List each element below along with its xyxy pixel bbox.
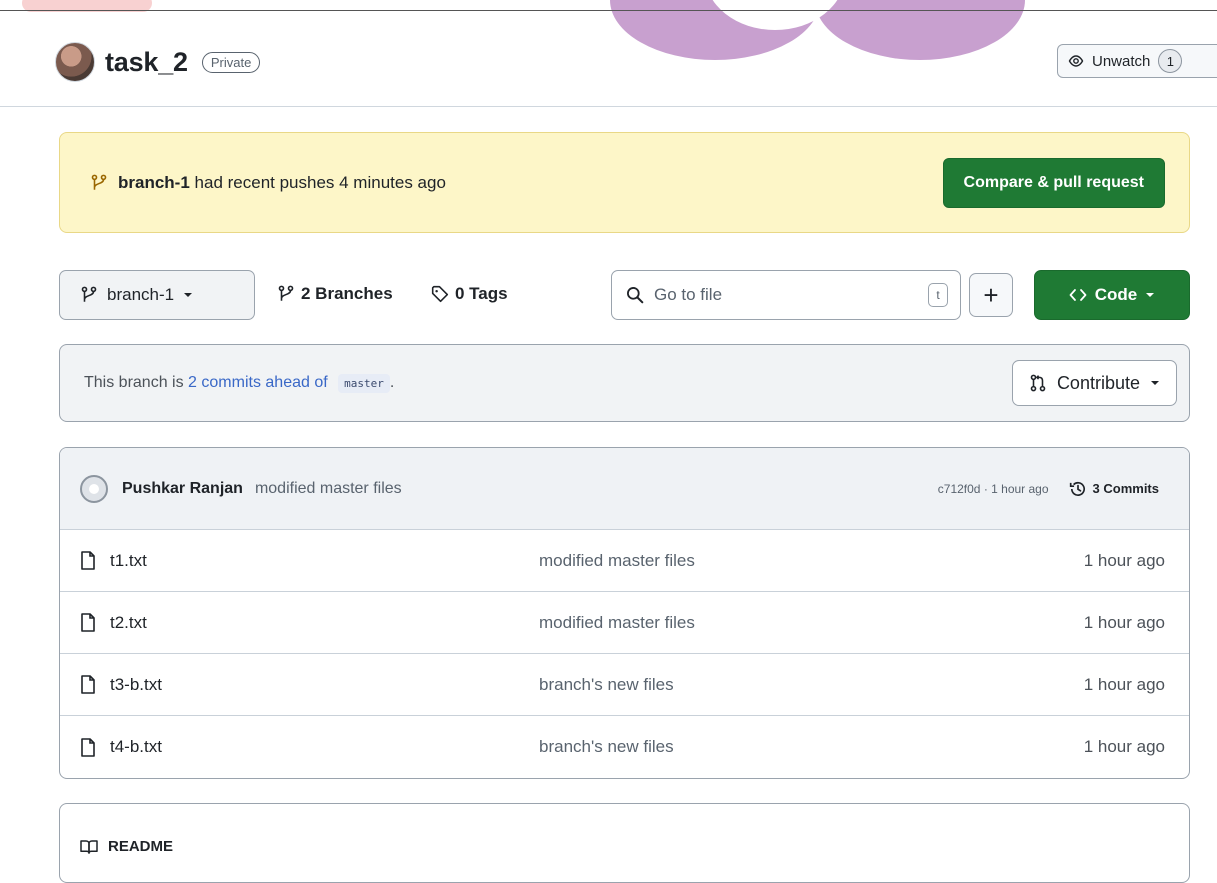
latest-commit-row: Pushkar Ranjan modified master files c71…	[60, 448, 1189, 530]
branch-selector-label: branch-1	[107, 285, 175, 304]
file-icon	[80, 551, 96, 570]
readme-panel: README	[59, 803, 1190, 883]
commits-count-label: 3 Commits	[1092, 481, 1159, 496]
file-commit-time: 1 hour ago	[1083, 674, 1165, 694]
file-commit-message[interactable]: modified master files	[539, 613, 695, 633]
repo-toolbar: branch-1 2 Branches 0 Tags Go to file t …	[59, 270, 1190, 320]
header-divider	[0, 106, 1217, 107]
tag-icon	[431, 285, 449, 303]
branch-comparison-text: This branch is 2 commits ahead of master…	[84, 374, 395, 393]
watch-count: 1	[1158, 49, 1183, 73]
file-icon	[80, 613, 96, 632]
branch-selector[interactable]: branch-1	[59, 270, 255, 320]
file-name[interactable]: t1.txt	[110, 551, 540, 571]
push-message: branch-1 had recent pushes 4 minutes ago	[118, 172, 446, 192]
file-icon	[80, 675, 96, 694]
caret-down-icon	[183, 290, 193, 300]
file-commit-message[interactable]: modified master files	[539, 551, 695, 571]
caret-down-icon	[1150, 378, 1160, 388]
commits-ahead-link[interactable]: 2 commits ahead of	[188, 374, 328, 391]
git-branch-icon	[80, 286, 98, 304]
pushed-branch-name[interactable]: branch-1	[118, 173, 190, 192]
decorative-shape	[815, 0, 1025, 60]
file-name[interactable]: t3-b.txt	[110, 675, 540, 695]
repo-name[interactable]: task_2	[105, 47, 188, 78]
recent-push-banner: branch-1 had recent pushes 4 minutes ago…	[59, 132, 1190, 233]
file-commit-message[interactable]: branch's new files	[539, 737, 674, 757]
code-icon	[1069, 288, 1087, 302]
eye-icon	[1068, 53, 1084, 69]
base-branch-label[interactable]: master	[338, 374, 390, 393]
commits-history-link[interactable]: 3 Commits	[1069, 480, 1159, 498]
git-branch-icon	[277, 285, 295, 303]
branches-link[interactable]: 2 Branches	[277, 284, 393, 304]
pull-request-icon	[1029, 374, 1047, 392]
unwatch-label: Unwatch	[1092, 52, 1151, 70]
compare-pull-request-button[interactable]: Compare & pull request	[942, 157, 1165, 208]
file-name[interactable]: t2.txt	[110, 613, 540, 633]
keyboard-shortcut-hint: t	[928, 283, 948, 307]
top-divider	[0, 10, 1217, 11]
caret-down-icon	[1145, 290, 1155, 300]
file-commit-message[interactable]: branch's new files	[539, 675, 674, 695]
git-branch-icon	[90, 174, 108, 192]
search-icon	[626, 286, 644, 304]
commit-author[interactable]: Pushkar Ranjan	[122, 480, 243, 498]
file-commit-time: 1 hour ago	[1083, 612, 1165, 632]
branches-label: 2 Branches	[301, 284, 393, 303]
repo-header: task_2 Private	[55, 34, 261, 90]
commit-message[interactable]: modified master files	[255, 480, 402, 498]
author-avatar[interactable]	[80, 474, 108, 503]
commit-hash-time[interactable]: c712f0d · 1 hour ago	[938, 482, 1049, 496]
file-commit-time: 1 hour ago	[1083, 550, 1165, 570]
tags-label: 0 Tags	[455, 284, 508, 303]
owner-avatar[interactable]	[55, 42, 95, 82]
code-button[interactable]: Code	[1034, 270, 1190, 320]
file-row[interactable]: t2.txt modified master files 1 hour ago	[60, 592, 1189, 654]
branch-comparison-bar: This branch is 2 commits ahead of master…	[59, 344, 1190, 422]
visibility-badge: Private	[201, 51, 261, 73]
file-icon	[80, 737, 96, 757]
unwatch-button[interactable]: Unwatch 1	[1057, 44, 1217, 78]
file-row[interactable]: t3-b.txt branch's new files 1 hour ago	[60, 654, 1189, 716]
search-placeholder: Go to file	[654, 285, 723, 304]
file-name[interactable]: t4-b.txt	[110, 737, 540, 757]
contribute-button[interactable]: Contribute	[1011, 360, 1177, 406]
file-row[interactable]: t4-b.txt branch's new files 1 hour ago	[60, 716, 1189, 778]
file-row[interactable]: t1.txt modified master files 1 hour ago	[60, 530, 1189, 592]
contribute-label: Contribute	[1056, 372, 1140, 393]
file-commit-time: 1 hour ago	[1083, 737, 1165, 756]
go-to-file-input[interactable]: Go to file t	[611, 270, 961, 320]
file-list: Pushkar Ranjan modified master files c71…	[59, 447, 1190, 779]
history-icon	[1069, 480, 1087, 498]
tags-link[interactable]: 0 Tags	[431, 284, 508, 304]
add-file-button[interactable]: +	[969, 273, 1013, 317]
code-label: Code	[1094, 285, 1138, 304]
